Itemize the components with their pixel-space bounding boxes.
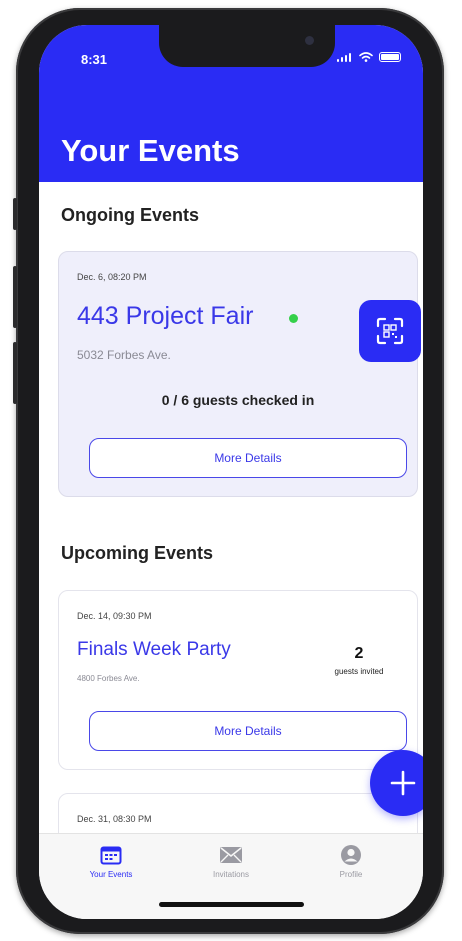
- event-date: Dec. 6, 08:20 PM: [77, 272, 147, 282]
- invited-count: 2: [354, 645, 364, 662]
- more-details-button[interactable]: More Details: [89, 438, 407, 478]
- volume-down-button: [13, 342, 17, 404]
- profile-icon: [339, 844, 363, 866]
- event-address: 4800 Forbes Ave.: [77, 674, 140, 683]
- volume-up-button: [13, 266, 17, 328]
- wifi-icon: [359, 52, 373, 62]
- tab-label: Profile: [339, 870, 363, 879]
- battery-icon: [379, 52, 401, 62]
- signal-icon: [337, 52, 353, 62]
- event-date: Dec. 31, 08:30 PM: [77, 814, 152, 824]
- upcoming-event-card[interactable]: Dec. 14, 09:30 PM Finals Week Party 4800…: [58, 590, 418, 770]
- qr-scan-button[interactable]: [359, 300, 421, 362]
- tab-label: Invitations: [212, 870, 250, 879]
- tab-invitations[interactable]: Invitations: [181, 844, 281, 879]
- upcoming-events-heading: Upcoming Events: [61, 543, 214, 563]
- event-date: Dec. 14, 09:30 PM: [77, 611, 152, 621]
- app-screen: 8:31 Your Events Ongoing Events Dec. 6, …: [39, 25, 423, 919]
- page: 8:31 Your Events Ongoing Events Dec. 6, …: [0, 0, 462, 941]
- tab-profile[interactable]: Profile: [301, 844, 401, 879]
- page-title: Your Events: [61, 133, 240, 168]
- tab-label: Your Events: [89, 870, 133, 879]
- plus-icon: [390, 770, 416, 796]
- live-status-dot: [289, 314, 298, 323]
- calendar-icon: [99, 844, 123, 866]
- silent-switch: [13, 198, 17, 230]
- status-icons: [337, 52, 401, 62]
- more-details-button[interactable]: More Details: [89, 711, 407, 751]
- qr-scan-icon: [376, 317, 404, 345]
- ongoing-event-card[interactable]: Dec. 6, 08:20 PM 443 Project Fair 5032 F…: [58, 251, 421, 497]
- home-indicator: [159, 902, 304, 907]
- tab-your-events[interactable]: Your Events: [61, 844, 161, 879]
- app-header: 8:31 Your Events: [39, 25, 423, 182]
- notch: [159, 25, 335, 67]
- envelope-icon: [219, 844, 243, 866]
- camera-dot: [305, 36, 314, 45]
- invited-label: guests invited: [334, 667, 384, 676]
- status-time: 8:31: [81, 52, 108, 67]
- event-title[interactable]: 443 Project Fair: [77, 302, 253, 331]
- event-address: 5032 Forbes Ave.: [77, 348, 171, 362]
- event-title[interactable]: Finals Week Party: [77, 639, 231, 661]
- tab-bar: Your Events Invitations Profile: [39, 833, 423, 919]
- checkin-status: 0 / 6 guests checked in: [161, 392, 315, 408]
- ongoing-events-heading: Ongoing Events: [61, 205, 200, 225]
